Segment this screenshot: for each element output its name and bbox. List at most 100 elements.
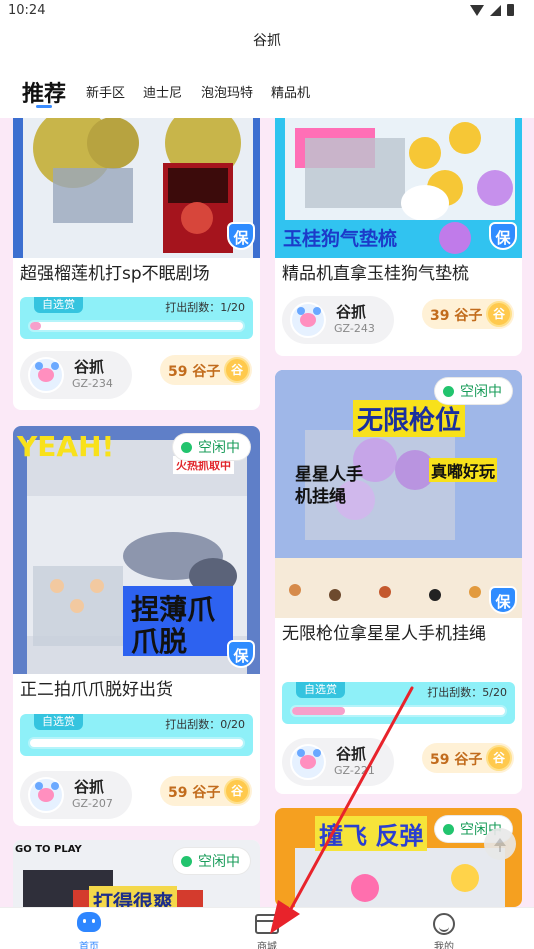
free-pick-tag: 自选赏 [34,714,83,730]
price-pill: 59 谷子 谷 [160,355,252,385]
coin-icon: 谷 [486,301,512,327]
coin-icon: 谷 [486,745,512,771]
avatar [28,357,64,393]
progress-box: 自选赏 打出刮数：5/20 [282,682,515,724]
banner-text: 玉桂狗气垫梳 [283,228,398,250]
smile-icon [433,913,455,935]
price-text: 59 谷子 [168,364,221,380]
progress-box: 自选赏 打出刮数：0/20 [20,714,253,756]
banner-top: GO TO PLAY [15,844,82,855]
progress-count: 打出刮数：5/20 [427,686,507,699]
progress-fill [292,707,346,715]
nav-label: 首页 [79,942,99,949]
card-image: 撞飞 反弹 空闲中 [275,808,522,907]
banner-right: 真嘟好玩 [429,458,498,482]
tab-premium[interactable]: 精品机 [271,82,310,101]
machine-card[interactable]: GO TO PLAY 打得很爽 空闲中 [13,840,260,907]
tab-recommend[interactable]: 推荐 [22,76,66,108]
avatar [28,777,64,813]
category-tabs: 推荐 新手区 迪士尼 泡泡玛特 精品机 [0,68,534,116]
machine-chip[interactable]: 谷抓 GZ-221 [282,738,394,786]
progress-bar [28,320,245,332]
machine-name: 谷抓 [336,745,367,763]
progress-count: 打出刮数：1/20 [165,301,245,314]
tab-popmart[interactable]: 泡泡玛特 [201,82,253,101]
home-icon [77,912,101,932]
guarantee-badge: 保 [489,222,517,250]
status-dot [181,441,192,453]
guarantee-badge: 保 [227,222,255,250]
idle-status: 空闲中 [173,848,250,874]
status-dot [443,823,454,835]
machine-card[interactable]: 玉桂狗气垫梳 保 精品机直拿玉桂狗气垫梳 谷抓 GZ-243 39 谷子 谷 [275,118,522,356]
free-pick-tag: 自选赏 [34,297,83,313]
card-title: 无限枪位拿星星人手机挂绳 [282,624,486,644]
price-text: 39 谷子 [430,308,483,324]
machine-name: 谷抓 [336,303,367,321]
machine-card[interactable]: 撞飞 反弹 空闲中 [275,808,522,907]
guarantee-badge: 保 [489,586,517,614]
progress-box: 自选赏 打出刮数：1/20 [20,297,253,339]
banner-main: 撞飞 反弹 [315,816,428,851]
card-image: 保 [13,118,260,258]
shop-icon [255,914,279,934]
machine-card[interactable]: 保 超强榴莲机打sp不眠剧场 自选赏 打出刮数：1/20 谷抓 GZ-234 5… [13,118,260,410]
machine-feed[interactable]: 保 超强榴莲机打sp不眠剧场 自选赏 打出刮数：1/20 谷抓 GZ-234 5… [0,118,534,907]
status-bar: 10:24 [0,0,534,24]
bottom-nav: 首页 商城 我的 [0,907,534,949]
card-image: 无限枪位 星星人手机挂绳 真嘟好玩 空闲中 保 [275,370,522,618]
machine-code: GZ-234 [72,377,113,390]
banner-yeah: YEAH! [17,430,115,463]
status-time: 10:24 [8,3,46,18]
machine-card[interactable]: 无限枪位 星星人手机挂绳 真嘟好玩 空闲中 保 无限枪位拿星星人手机挂绳 自选赏… [275,370,522,794]
price-pill: 59 谷子 谷 [422,743,514,773]
guarantee-badge: 保 [227,640,255,668]
signal-icon [490,4,501,16]
wifi-icon [470,4,484,16]
card-image: 玉桂狗气垫梳 保 [275,118,522,258]
nav-label: 商城 [257,942,277,949]
card-image: GO TO PLAY 打得很爽 空闲中 [13,840,260,907]
tab-active-indicator [36,105,52,108]
machine-code: GZ-207 [72,797,113,810]
idle-status: 空闲中 [435,378,512,404]
coin-icon: 谷 [224,357,250,383]
avatar [290,302,326,338]
banner-main: 打得很爽 [89,886,177,907]
banner-main: 捏薄爪爪脱 [131,593,216,658]
durian-machine-photo [13,118,260,258]
price-text: 59 谷子 [430,752,483,768]
banner-main: 无限枪位 [353,400,466,437]
price-pill: 39 谷子 谷 [422,299,514,329]
machine-card[interactable]: YEAH! 火热抓取中 捏薄爪爪脱 空闲中 保 正二拍爪爪脱好出货 自选赏 打出… [13,426,260,826]
coin-icon: 谷 [224,778,250,804]
progress-count: 打出刮数：0/20 [165,718,245,731]
page-title: 谷抓 [253,33,281,49]
tab-newbie[interactable]: 新手区 [86,82,125,101]
progress-bar [28,737,245,749]
status-icons [470,4,514,16]
card-title: 超强榴莲机打sp不眠剧场 [20,264,210,284]
card-image: YEAH! 火热抓取中 捏薄爪爪脱 空闲中 保 [13,426,260,674]
status-dot [443,385,454,397]
idle-status: 空闲中 [173,434,250,460]
machine-code: GZ-243 [334,322,375,335]
progress-fill [30,322,41,330]
battery-icon [507,4,514,16]
price-text: 59 谷子 [168,785,221,801]
price-pill: 59 谷子 谷 [160,776,252,806]
free-pick-tag: 自选赏 [296,682,345,698]
status-dot [181,855,192,867]
machine-chip[interactable]: 谷抓 GZ-234 [20,351,132,399]
machine-chip[interactable]: 谷抓 GZ-207 [20,771,132,819]
machine-chip[interactable]: 谷抓 GZ-243 [282,296,394,344]
scroll-top-button[interactable] [484,828,516,860]
avatar [290,744,326,780]
progress-bar [290,705,507,717]
machine-name: 谷抓 [74,778,105,796]
card-title: 正二拍爪爪脱好出货 [20,680,173,700]
nav-label: 我的 [434,942,454,949]
tab-disney[interactable]: 迪士尼 [143,82,182,101]
banner-left: 星星人手机挂绳 [295,465,363,507]
machine-code: GZ-221 [334,764,375,777]
